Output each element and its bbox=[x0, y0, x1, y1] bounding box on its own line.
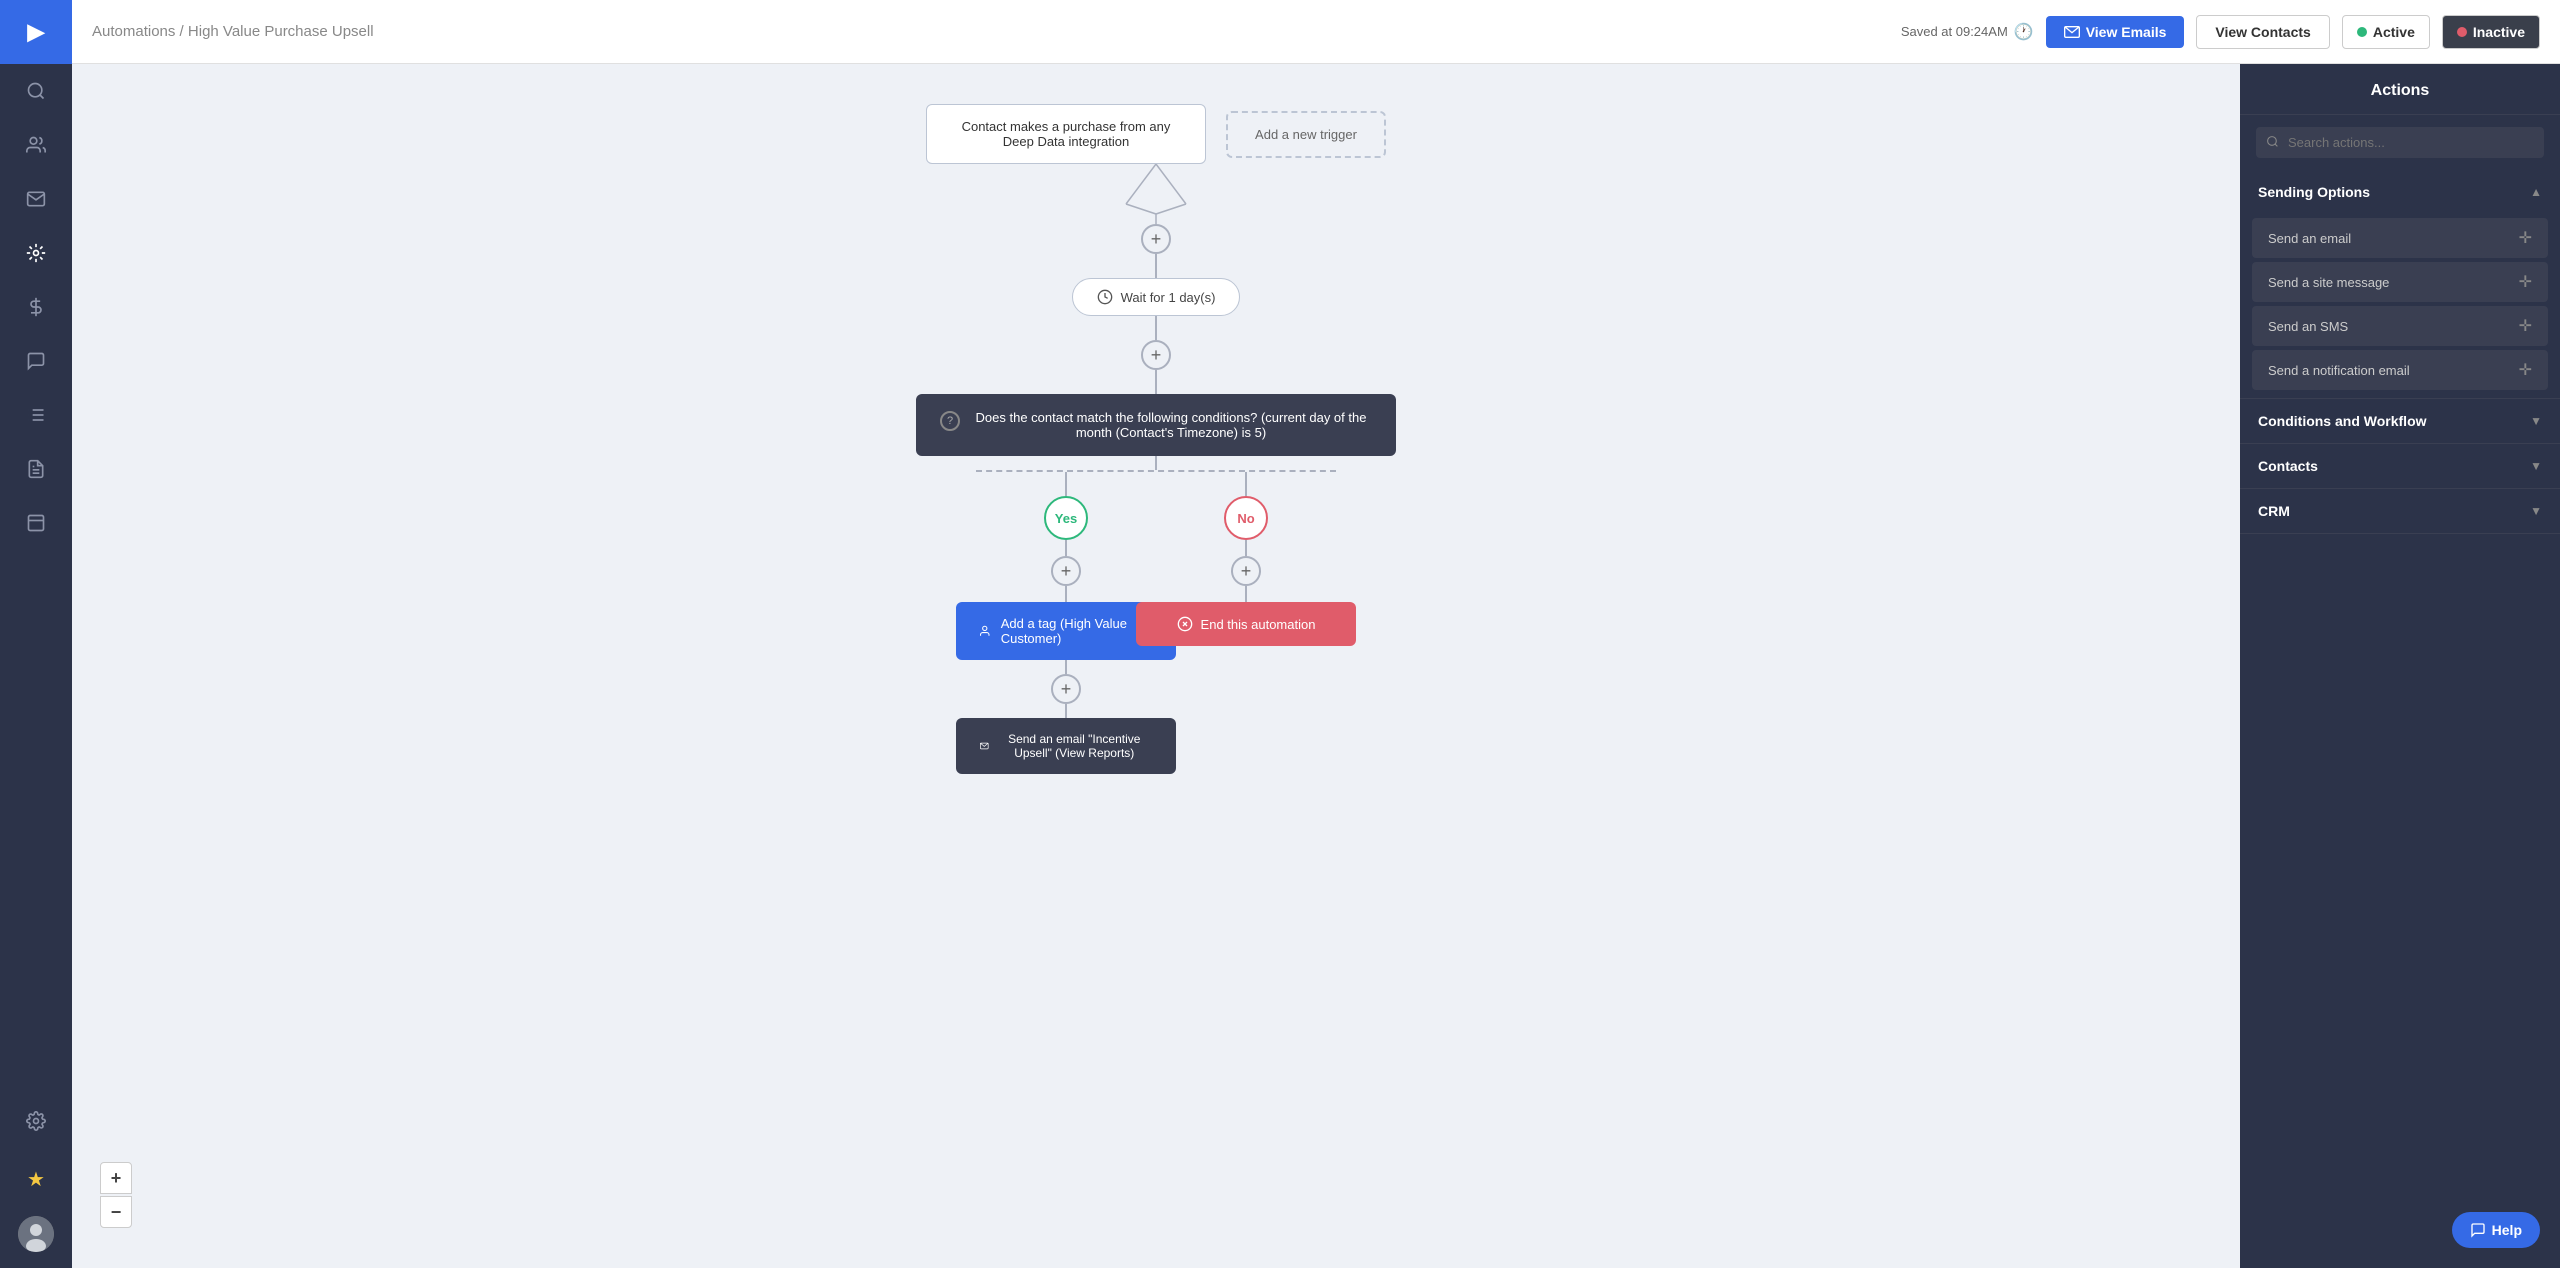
send-email-plus-icon: ✛ bbox=[2519, 228, 2532, 248]
breadcrumb: Automations / High Value Purchase Upsell bbox=[92, 23, 1889, 40]
action-send-email[interactable]: Send an email ✛ bbox=[2252, 218, 2548, 258]
yes-arm-line-mid bbox=[1065, 540, 1067, 556]
section-crm-header[interactable]: CRM ▼ bbox=[2240, 489, 2560, 533]
crm-chevron: ▼ bbox=[2530, 504, 2542, 518]
status-inactive-button[interactable]: Inactive bbox=[2442, 15, 2540, 49]
section-sending-options-header[interactable]: Sending Options ▲ bbox=[2240, 170, 2560, 214]
wait-node[interactable]: Wait for 1 day(s) bbox=[1072, 278, 1241, 316]
section-sending-options-label: Sending Options bbox=[2258, 184, 2370, 200]
active-dot bbox=[2357, 27, 2367, 37]
email-node[interactable]: Send an email "Incentive Upsell" (View R… bbox=[956, 718, 1176, 774]
panel-search-icon bbox=[2266, 135, 2279, 151]
panel-search-area bbox=[2240, 115, 2560, 170]
yes-arm: Yes + Add a tag (High Value Customer) + bbox=[976, 472, 1156, 774]
section-crm-label: CRM bbox=[2258, 503, 2290, 519]
condition-node[interactable]: ? Does the contact match the following c… bbox=[916, 394, 1396, 456]
panel-search-input[interactable] bbox=[2256, 127, 2544, 158]
sidebar-item-pages[interactable] bbox=[0, 496, 72, 550]
yes-arm-line-bottom bbox=[1065, 586, 1067, 602]
branch-container: Yes + Add a tag (High Value Customer) + bbox=[72, 470, 2240, 774]
breadcrumb-separator: / bbox=[175, 23, 188, 40]
user-avatar[interactable] bbox=[18, 1216, 54, 1252]
sidebar: ▶ ★ bbox=[0, 0, 72, 1268]
send-sms-plus-icon: ✛ bbox=[2519, 316, 2532, 336]
trigger-connector-svg bbox=[1056, 164, 1256, 224]
trigger-row: Contact makes a purchase from any Deep D… bbox=[926, 104, 1386, 164]
main-canvas: Contact makes a purchase from any Deep D… bbox=[72, 64, 2240, 1268]
section-contacts-header[interactable]: Contacts ▼ bbox=[2240, 444, 2560, 488]
inactive-dot bbox=[2457, 27, 2467, 37]
condition-icon: ? bbox=[940, 411, 960, 431]
section-conditions-header[interactable]: Conditions and Workflow ▼ bbox=[2240, 399, 2560, 443]
sidebar-item-settings[interactable] bbox=[0, 1094, 72, 1148]
saved-info: Saved at 09:24AM 🕐 bbox=[1901, 22, 2034, 42]
sidebar-item-lists[interactable] bbox=[0, 388, 72, 442]
panel-title: Actions bbox=[2240, 64, 2560, 115]
right-panel: Actions Sending Options ▲ Send an email … bbox=[2240, 64, 2560, 1268]
section-sending-options: Sending Options ▲ Send an email ✛ Send a… bbox=[2240, 170, 2560, 399]
action-send-notification-email[interactable]: Send a notification email ✛ bbox=[2252, 350, 2548, 390]
sidebar-item-campaigns[interactable] bbox=[0, 172, 72, 226]
sidebar-item-deals[interactable] bbox=[0, 280, 72, 334]
connector-3 bbox=[1155, 370, 1157, 394]
add-step-2[interactable]: + bbox=[1141, 340, 1171, 370]
sidebar-item-reports[interactable] bbox=[0, 442, 72, 496]
add-yes-step[interactable]: + bbox=[1051, 556, 1081, 586]
sidebar-item-contacts[interactable] bbox=[0, 118, 72, 172]
send-site-message-plus-icon: ✛ bbox=[2519, 272, 2532, 292]
sidebar-item-upgrade[interactable]: ★ bbox=[0, 1152, 72, 1206]
conditions-chevron: ▼ bbox=[2530, 414, 2542, 428]
breadcrumb-home[interactable]: Automations bbox=[92, 23, 175, 40]
contacts-chevron: ▼ bbox=[2530, 459, 2542, 473]
add-trigger-node[interactable]: Add a new trigger bbox=[1226, 111, 1386, 158]
no-arm-line-bottom bbox=[1245, 586, 1247, 602]
connector-2 bbox=[1155, 316, 1157, 340]
no-arm-line-mid bbox=[1245, 540, 1247, 556]
branch-circles-row: Yes + Add a tag (High Value Customer) + bbox=[976, 472, 1336, 774]
sidebar-item-automations[interactable] bbox=[0, 226, 72, 280]
add-step-1[interactable]: + bbox=[1141, 224, 1171, 254]
saved-label: Saved at 09:24AM bbox=[1901, 24, 2008, 39]
history-icon[interactable]: 🕐 bbox=[2014, 22, 2034, 42]
section-contacts: Contacts ▼ bbox=[2240, 444, 2560, 489]
topbar: Automations / High Value Purchase Upsell… bbox=[72, 0, 2560, 64]
section-conditions-workflow: Conditions and Workflow ▼ bbox=[2240, 399, 2560, 444]
trigger-node[interactable]: Contact makes a purchase from any Deep D… bbox=[926, 104, 1206, 164]
yes-arm-line-top bbox=[1065, 472, 1067, 496]
zoom-out-button[interactable]: − bbox=[100, 1196, 132, 1228]
section-contacts-label: Contacts bbox=[2258, 458, 2318, 474]
status-active-button[interactable]: Active bbox=[2342, 15, 2430, 49]
flow-container: Contact makes a purchase from any Deep D… bbox=[72, 84, 2240, 774]
no-arm: No + End this automation bbox=[1156, 472, 1336, 774]
add-email-step[interactable]: + bbox=[1051, 674, 1081, 704]
yes-arm-line-after-add bbox=[1065, 704, 1067, 718]
sidebar-logo[interactable]: ▶ bbox=[0, 0, 72, 64]
action-send-site-message[interactable]: Send a site message ✛ bbox=[2252, 262, 2548, 302]
sending-options-chevron: ▲ bbox=[2530, 185, 2542, 199]
yes-arm-line-after-tag bbox=[1065, 660, 1067, 674]
no-branch-circle[interactable]: No bbox=[1224, 496, 1268, 540]
sidebar-bottom: ★ bbox=[0, 1094, 72, 1268]
branch-top-line bbox=[976, 470, 1336, 472]
action-send-sms[interactable]: Send an SMS ✛ bbox=[2252, 306, 2548, 346]
view-emails-button[interactable]: View Emails bbox=[2046, 16, 2185, 48]
section-conditions-label: Conditions and Workflow bbox=[2258, 413, 2427, 429]
yes-branch-circle[interactable]: Yes bbox=[1044, 496, 1088, 540]
connector-1 bbox=[1155, 254, 1157, 278]
sidebar-item-conversations[interactable] bbox=[0, 334, 72, 388]
connector-4 bbox=[1155, 456, 1157, 470]
view-contacts-button[interactable]: View Contacts bbox=[2196, 15, 2329, 49]
automation-canvas: Contact makes a purchase from any Deep D… bbox=[72, 64, 2240, 1268]
no-arm-line-top bbox=[1245, 472, 1247, 496]
end-node[interactable]: End this automation bbox=[1136, 602, 1356, 646]
sidebar-item-search[interactable] bbox=[0, 64, 72, 118]
zoom-in-button[interactable]: + bbox=[100, 1162, 132, 1194]
add-no-step[interactable]: + bbox=[1231, 556, 1261, 586]
section-crm: CRM ▼ bbox=[2240, 489, 2560, 534]
help-button[interactable]: Help bbox=[2452, 1212, 2540, 1248]
send-notification-plus-icon: ✛ bbox=[2519, 360, 2532, 380]
zoom-controls: + − bbox=[100, 1162, 132, 1228]
breadcrumb-current: High Value Purchase Upsell bbox=[188, 23, 374, 40]
